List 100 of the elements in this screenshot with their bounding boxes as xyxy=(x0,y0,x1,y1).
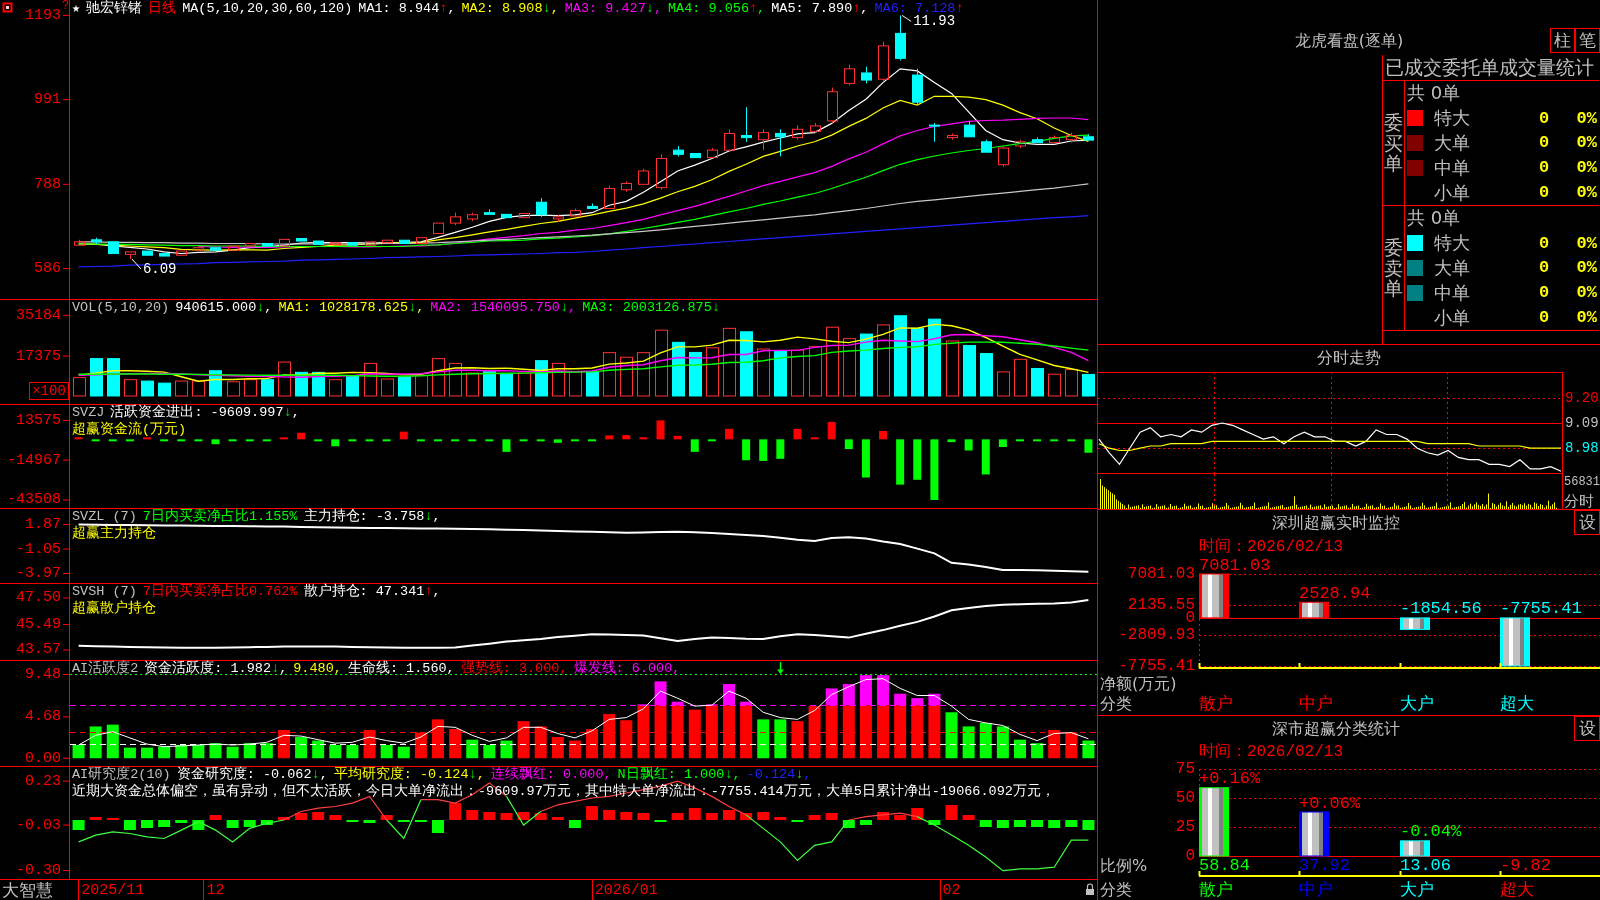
axis-title: 净额(万元) xyxy=(1100,673,1177,693)
axis-label: 0 xyxy=(1185,847,1195,865)
order-percent: 0% xyxy=(1576,108,1598,128)
value-label: 37.92 xyxy=(1299,855,1350,875)
order-percent: 0% xyxy=(1576,233,1598,253)
order-percent: 0% xyxy=(1576,158,1598,178)
order-count: 0 xyxy=(1538,258,1550,278)
axis-label: -3.97 xyxy=(16,565,61,582)
order-count: 0 xyxy=(1538,233,1550,253)
change-label: +0.16% xyxy=(1199,769,1261,789)
indicator-label: 连续飘红: 0.000, xyxy=(490,767,612,783)
category-label: 散户 xyxy=(1199,879,1233,899)
axis-label: 0.00 xyxy=(25,749,61,767)
order-count: 0 xyxy=(1538,183,1550,203)
axis-label: 13575 xyxy=(16,411,61,429)
axis-label: -7755.41 xyxy=(1118,657,1195,675)
price-label: 11.93 xyxy=(913,13,956,30)
axis-title: 分类 xyxy=(1100,693,1132,713)
axis-label: 7081.03 xyxy=(1127,565,1195,583)
axis-label: -0.03 xyxy=(16,816,61,834)
indicator-label: AI研究度2(10) xyxy=(72,767,171,783)
axis-label: 991 xyxy=(34,91,61,109)
category-label: 中户 xyxy=(1299,693,1333,713)
order-type-label: 小单 xyxy=(1434,305,1471,330)
order-total: 共 0单 xyxy=(1407,206,1461,231)
category-label: 大户 xyxy=(1400,879,1434,899)
axis-label: 47.50 xyxy=(16,589,61,607)
axis-title: 比例% xyxy=(1100,855,1148,875)
change-label: -0.04% xyxy=(1400,822,1462,842)
axis-title: 分时 xyxy=(1564,493,1594,509)
axis-label: 1.87 xyxy=(25,516,61,534)
brand-label: 大智慧 xyxy=(2,880,53,900)
indicator-label: MA2: 1540095.750↓, xyxy=(430,300,577,316)
date-label: 12 xyxy=(206,881,225,899)
date-label: 02 xyxy=(942,881,961,899)
indicator-label: MA1: 1028178.625↓, xyxy=(278,300,425,316)
indicator-label: 驰宏锌锗 xyxy=(86,1,143,17)
order-type-label: 大单 xyxy=(1434,131,1471,155)
indicator-label: SVZL (7) xyxy=(72,509,137,525)
order-count: 0 xyxy=(1538,283,1550,303)
axis-label: -1.05 xyxy=(16,540,61,558)
category-label: 超大 xyxy=(1500,879,1534,899)
indicator-label: 主力持仓: -3.758↓, xyxy=(303,509,441,525)
axis-label: 45.49 xyxy=(16,616,61,634)
time-label: 时间：2026/02/13 xyxy=(1199,536,1343,557)
order-type-label: 中单 xyxy=(1434,155,1471,180)
indicator-label: 7日内买卖净占比0.762% xyxy=(142,584,298,600)
indicator-label: AI活跃度2 xyxy=(72,661,139,677)
order-percent: 0% xyxy=(1576,258,1598,278)
date-label: 2026/01 xyxy=(594,881,658,899)
order-percent: 0% xyxy=(1576,183,1598,203)
change-label: +0.06% xyxy=(1299,793,1361,813)
axis-label: 43.57 xyxy=(16,641,61,659)
order-type-label: 大单 xyxy=(1434,256,1471,280)
indicator-label: 平均研究度: -0.124↓, xyxy=(333,767,485,783)
axis-label: 8.98 xyxy=(1565,440,1599,457)
order-type-label: 中单 xyxy=(1434,280,1471,305)
axis-label: 17375 xyxy=(16,347,61,365)
axis-label: 1193 xyxy=(25,6,61,24)
axis-label: 75 xyxy=(1175,760,1195,778)
indicator-label: VOL(5,10,20) xyxy=(72,300,170,316)
date-label: 2025/11 xyxy=(81,881,145,899)
order-count: 0 xyxy=(1538,158,1550,178)
indicator-label: 940615.000↓, xyxy=(175,300,273,316)
value-label: 7081.03 xyxy=(1199,556,1271,575)
axis-label: 788 xyxy=(34,175,61,193)
order-percent: 0% xyxy=(1576,133,1598,153)
side-label: 委买单 xyxy=(1384,111,1403,175)
indicator-label: 强势线: 3.000, xyxy=(460,661,568,677)
price-label: 6.09 xyxy=(142,260,177,277)
axis-label: 50 xyxy=(1175,789,1195,807)
indicator-label: MA3: 2003126.875↓ xyxy=(582,300,720,316)
table-title: 已成交委托单成交量统计 xyxy=(1385,54,1594,80)
axis-label: 35184 xyxy=(16,306,61,324)
indicator-title: 超赢主力持仓 xyxy=(72,526,156,542)
order-type-label: 小单 xyxy=(1434,180,1471,205)
axis-label: -2809.93 xyxy=(1118,626,1195,645)
value-label: -9.82 xyxy=(1500,855,1551,875)
axis-label: 586 xyxy=(34,260,61,278)
axis-label: 9.48 xyxy=(25,666,61,683)
indicator-label: 9.480, xyxy=(293,661,342,677)
category-label: 超大 xyxy=(1500,693,1534,713)
value-label: 13.06 xyxy=(1400,855,1451,875)
axis-title: 分类 xyxy=(1100,879,1132,899)
indicator-label: 资金研究度: -0.062↓, xyxy=(176,767,328,783)
indicator-label: MA(5,10,20,30,60,120) xyxy=(182,1,353,17)
indicator-label: 日线 xyxy=(148,1,177,17)
axis-label: 9.20 xyxy=(1565,389,1599,406)
axis-label: 4.68 xyxy=(25,708,61,726)
axis-label: 56831 xyxy=(1564,474,1600,490)
axis-label: 9.09 xyxy=(1565,415,1599,431)
indicator-label: SVSH (7) xyxy=(72,584,137,600)
axis-label: ×100 xyxy=(32,383,66,399)
indicator-label: MA3: 9.427↓, xyxy=(564,1,662,17)
indicator-label: MA4: 9.056↑, xyxy=(668,1,766,17)
indicator-label: SVZJ xyxy=(72,405,105,421)
category-label: 散户 xyxy=(1199,693,1233,713)
indicator-label: 生命线: 1.560, xyxy=(347,661,455,677)
order-percent: 0% xyxy=(1576,308,1598,328)
indicator-label: MA5: 7.890↑, xyxy=(771,1,869,17)
